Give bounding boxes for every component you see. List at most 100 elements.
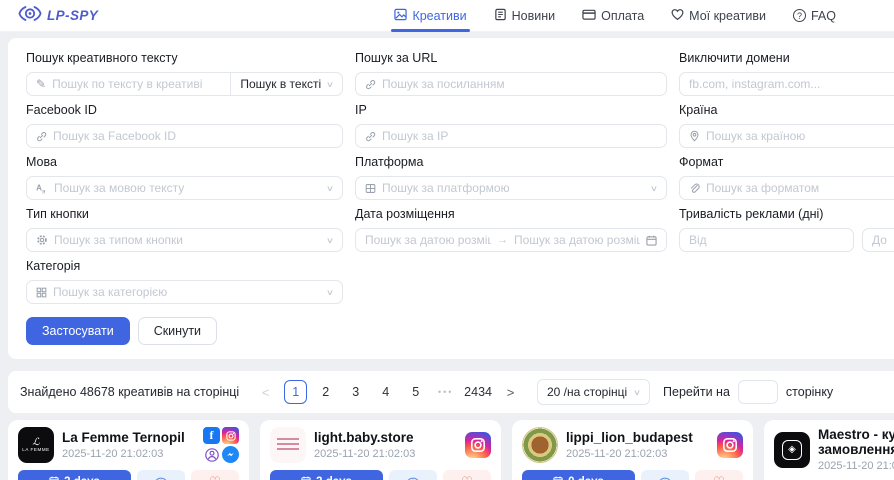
page-button-last[interactable]: 2434 [464, 380, 492, 404]
duration-to-input[interactable] [872, 233, 894, 247]
messenger-icon [222, 446, 239, 463]
days-label: 0 days [568, 476, 604, 480]
date-end-input[interactable] [514, 233, 640, 247]
nav-label: FAQ [811, 9, 836, 23]
page-button-5[interactable]: 5 [404, 380, 427, 404]
creatives-list: ℒ LA FEMME La Femme Ternopil 2025-11-20 … [8, 420, 894, 480]
instagram-icon [222, 427, 239, 444]
view-button[interactable] [641, 470, 689, 480]
creative-date: 2025-11-20 21:02:03 [314, 448, 457, 460]
page-button-2[interactable]: 2 [314, 380, 337, 404]
avatar: ◈ [774, 432, 810, 468]
creative-name-link[interactable]: Maestro - кухні, меблі на замовлення в У… [818, 427, 894, 457]
reset-button[interactable]: Скинути [138, 317, 217, 345]
nav-label: Новини [512, 9, 556, 23]
format-input[interactable] [706, 181, 894, 195]
view-button[interactable] [389, 470, 437, 480]
exclude-domains-input[interactable] [689, 77, 894, 91]
page-button-4[interactable]: 4 [374, 380, 397, 404]
chevron-down-icon: ∨ [326, 80, 334, 89]
view-button[interactable] [137, 470, 185, 480]
button-type-input[interactable] [54, 233, 321, 247]
avatar-label: LA FEMME [22, 447, 50, 452]
chevron-down-icon: ∨ [633, 388, 641, 397]
field-label: Тип кнопки [26, 207, 343, 222]
results-summary: Знайдено 48678 креативів на сторінці [20, 385, 239, 399]
goto-prefix-label: Перейти на [663, 385, 730, 399]
per-page-select[interactable]: 20 /на сторінці ∨ [537, 379, 650, 405]
ellipsis-icon[interactable]: ••• [434, 380, 457, 404]
creative-card: ℒ LA FEMME La Femme Ternopil 2025-11-20 … [8, 420, 249, 480]
days-active-button[interactable]: 0 days [522, 470, 635, 480]
language-select-box: Aя ∨ [26, 176, 343, 200]
nav-label: Оплата [601, 9, 644, 23]
creative-text-input[interactable] [52, 77, 221, 91]
creative-name-link[interactable]: La Femme Ternopil [62, 430, 195, 445]
brand-logo[interactable]: LP-SPY [18, 5, 98, 27]
brand-name: LP-SPY [47, 8, 98, 23]
duration-to-box [862, 228, 894, 252]
country-input[interactable] [706, 129, 894, 143]
days-active-button[interactable]: 3 days [270, 470, 383, 480]
field-label: Категорія [26, 259, 343, 274]
instagram-icon [465, 432, 491, 458]
top-navbar: LP-SPY Креативи Новини Оплата Мої креати… [0, 0, 894, 32]
news-icon [494, 8, 507, 24]
url-input[interactable] [382, 77, 657, 91]
heart-icon [671, 8, 684, 24]
duration-from-box [679, 228, 854, 252]
avatar-logo-mark: ◈ [782, 440, 802, 460]
network-badges [717, 432, 743, 458]
creative-text-input-box: ✎ [26, 72, 231, 96]
url-input-box [355, 72, 667, 96]
date-range-picker[interactable]: → [355, 228, 667, 252]
goto-page-input[interactable] [738, 380, 778, 404]
category-select-box: ∨ [26, 280, 343, 304]
apply-button[interactable]: Застосувати [26, 317, 130, 345]
network-badges [465, 432, 491, 458]
creative-card: lippi_lion_budapest 2025-11-20 21:02:03 … [512, 420, 753, 480]
favorite-button[interactable]: ♡ [443, 470, 491, 480]
favorite-button[interactable]: ♡ [191, 470, 239, 480]
calendar-icon [49, 476, 59, 480]
filter-url: Пошук за URL [355, 51, 667, 96]
image-icon [394, 8, 407, 24]
days-label: 3 days [316, 476, 352, 480]
creative-name-link[interactable]: light.baby.store [314, 430, 457, 445]
filter-placement-date: Дата розміщення → [355, 207, 667, 252]
card-icon [582, 8, 596, 24]
nav-news[interactable]: Новини [494, 0, 556, 32]
favorite-button[interactable]: ♡ [695, 470, 743, 480]
page-button-3[interactable]: 3 [344, 380, 367, 404]
creative-name-link[interactable]: lippi_lion_budapest [566, 430, 709, 445]
field-label: Пошук за URL [355, 51, 667, 66]
duration-from-input[interactable] [689, 233, 844, 247]
creative-card: light.baby.store 2025-11-20 21:02:03 3 d… [260, 420, 501, 480]
filter-facebook-id: Facebook ID [26, 103, 343, 148]
date-start-input[interactable] [365, 233, 491, 247]
network-badges: f [203, 427, 239, 463]
page-button-1[interactable]: 1 [284, 380, 307, 404]
exclude-domains-input-box [679, 72, 894, 96]
filter-button-type: Тип кнопки ∨ [26, 207, 343, 252]
platform-input[interactable] [382, 181, 645, 195]
prev-page-button[interactable]: < [254, 380, 277, 404]
nav-my-creatives[interactable]: Мої креативи [671, 0, 766, 32]
nav-payment[interactable]: Оплата [582, 0, 644, 32]
next-page-button[interactable]: > [499, 380, 522, 404]
language-input[interactable] [54, 181, 321, 195]
facebook-id-input[interactable] [53, 129, 333, 143]
button-type-select-box: ∨ [26, 228, 343, 252]
search-mode-select[interactable]: Пошук в тексті ∨ [230, 72, 343, 96]
nav-creatives[interactable]: Креативи [394, 0, 466, 32]
filter-language: Мова Aя ∨ [26, 155, 343, 200]
ip-input-box [355, 124, 667, 148]
ip-input[interactable] [382, 129, 657, 143]
days-active-button[interactable]: 3 days [18, 470, 131, 480]
nav-faq[interactable]: ? FAQ [793, 0, 836, 32]
creative-card: ◈ Maestro - кухні, меблі на замовлення в… [764, 420, 894, 480]
question-icon: ? [793, 9, 806, 22]
category-input[interactable] [53, 285, 321, 299]
category-grid-icon [36, 287, 47, 298]
chevron-down-icon: ∨ [650, 184, 658, 193]
